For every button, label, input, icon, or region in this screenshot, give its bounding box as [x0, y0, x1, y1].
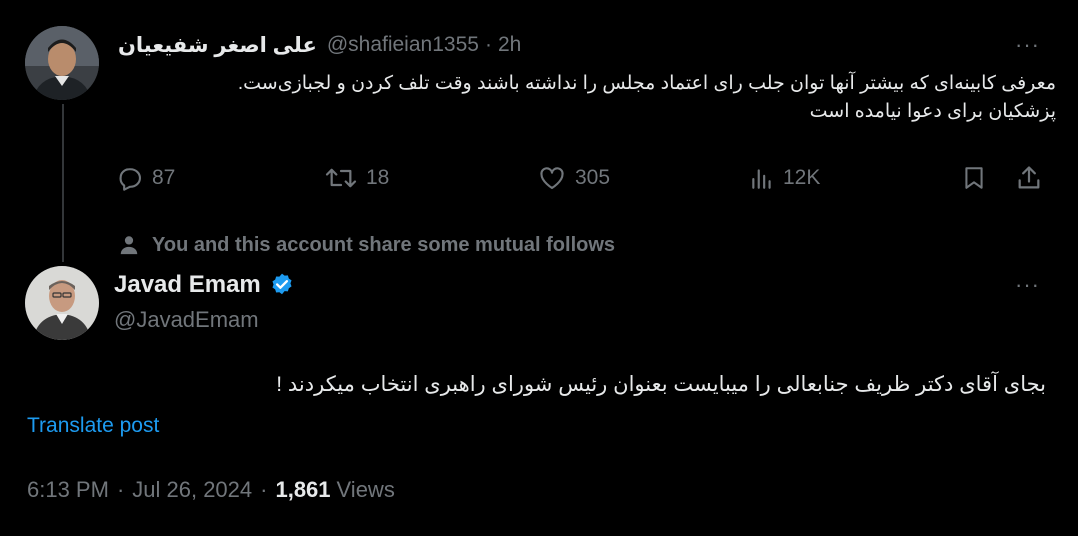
- tweet-text-line: معرفی کابینه‌ای که بیشتر آنها توان جلب ر…: [237, 73, 1056, 94]
- tweet-text: معرفی کابینه‌ای که بیشتر آنها توان جلب ر…: [118, 70, 1056, 126]
- tweet-date[interactable]: Jul 26, 2024: [132, 477, 252, 503]
- bookmark-button[interactable]: [961, 163, 987, 193]
- main-tweet-header: Javad Emam: [114, 268, 295, 302]
- mutual-follows-text: You and this account share some mutual f…: [152, 233, 616, 256]
- reply-count: 87: [152, 166, 176, 189]
- separator-dot: ·: [484, 33, 492, 56]
- views-count: 1,861: [275, 477, 331, 502]
- like-count: 305: [575, 166, 611, 189]
- tweet-header: علی اصغر شفیعیان @shafieian1355 · 2h: [118, 30, 521, 60]
- views-label: Views: [336, 477, 395, 502]
- thread-connector-line: [62, 104, 64, 262]
- display-name[interactable]: Javad Emam: [114, 271, 261, 299]
- mutual-follows-note: You and this account share some mutual f…: [118, 230, 615, 260]
- like-button[interactable]: 305: [537, 163, 610, 193]
- heart-icon: [540, 167, 564, 189]
- views-count: 12K: [783, 166, 821, 189]
- repost-button[interactable]: 18: [324, 163, 389, 193]
- tweet-text-line: پزشکیان برای دعوا نیامده است: [809, 101, 1056, 122]
- bookmark-icon: [965, 167, 983, 189]
- repost-count: 18: [366, 166, 390, 189]
- verified-badge-icon[interactable]: [269, 272, 295, 298]
- repost-icon: [325, 168, 357, 188]
- user-handle[interactable]: @JavadEmam: [114, 307, 259, 333]
- views-icon: [752, 169, 771, 189]
- separator-dot: ·: [260, 477, 268, 502]
- avatar-image: [25, 266, 99, 340]
- display-name[interactable]: علی اصغر شفیعیان: [118, 33, 317, 58]
- views-button[interactable]: 12K: [749, 163, 820, 193]
- main-tweet-text: بجای آقای دکتر ظریف جنابعالی را میبایست …: [276, 373, 1046, 396]
- user-handle[interactable]: @shafieian1355: [327, 33, 479, 57]
- share-button[interactable]: [1015, 163, 1043, 193]
- separator-dot: ·: [116, 477, 125, 502]
- person-icon: [120, 236, 138, 255]
- share-icon: [1018, 166, 1040, 189]
- translate-post-link[interactable]: Translate post: [27, 414, 159, 438]
- avatar-shafieian[interactable]: [25, 26, 99, 100]
- avatar-image: [25, 26, 99, 100]
- reply-icon: [119, 168, 141, 191]
- reply-button[interactable]: 87: [116, 163, 175, 193]
- tweet-timestamp-row: 6:13 PM · Jul 26, 2024 · 1,861 Views: [27, 477, 395, 503]
- more-options-button[interactable]: ···: [1015, 34, 1040, 56]
- tweet-time[interactable]: 2h: [498, 33, 521, 57]
- more-options-button[interactable]: ···: [1015, 274, 1040, 296]
- tweet-time[interactable]: 6:13 PM: [27, 477, 109, 503]
- avatar-javademam[interactable]: [25, 266, 99, 340]
